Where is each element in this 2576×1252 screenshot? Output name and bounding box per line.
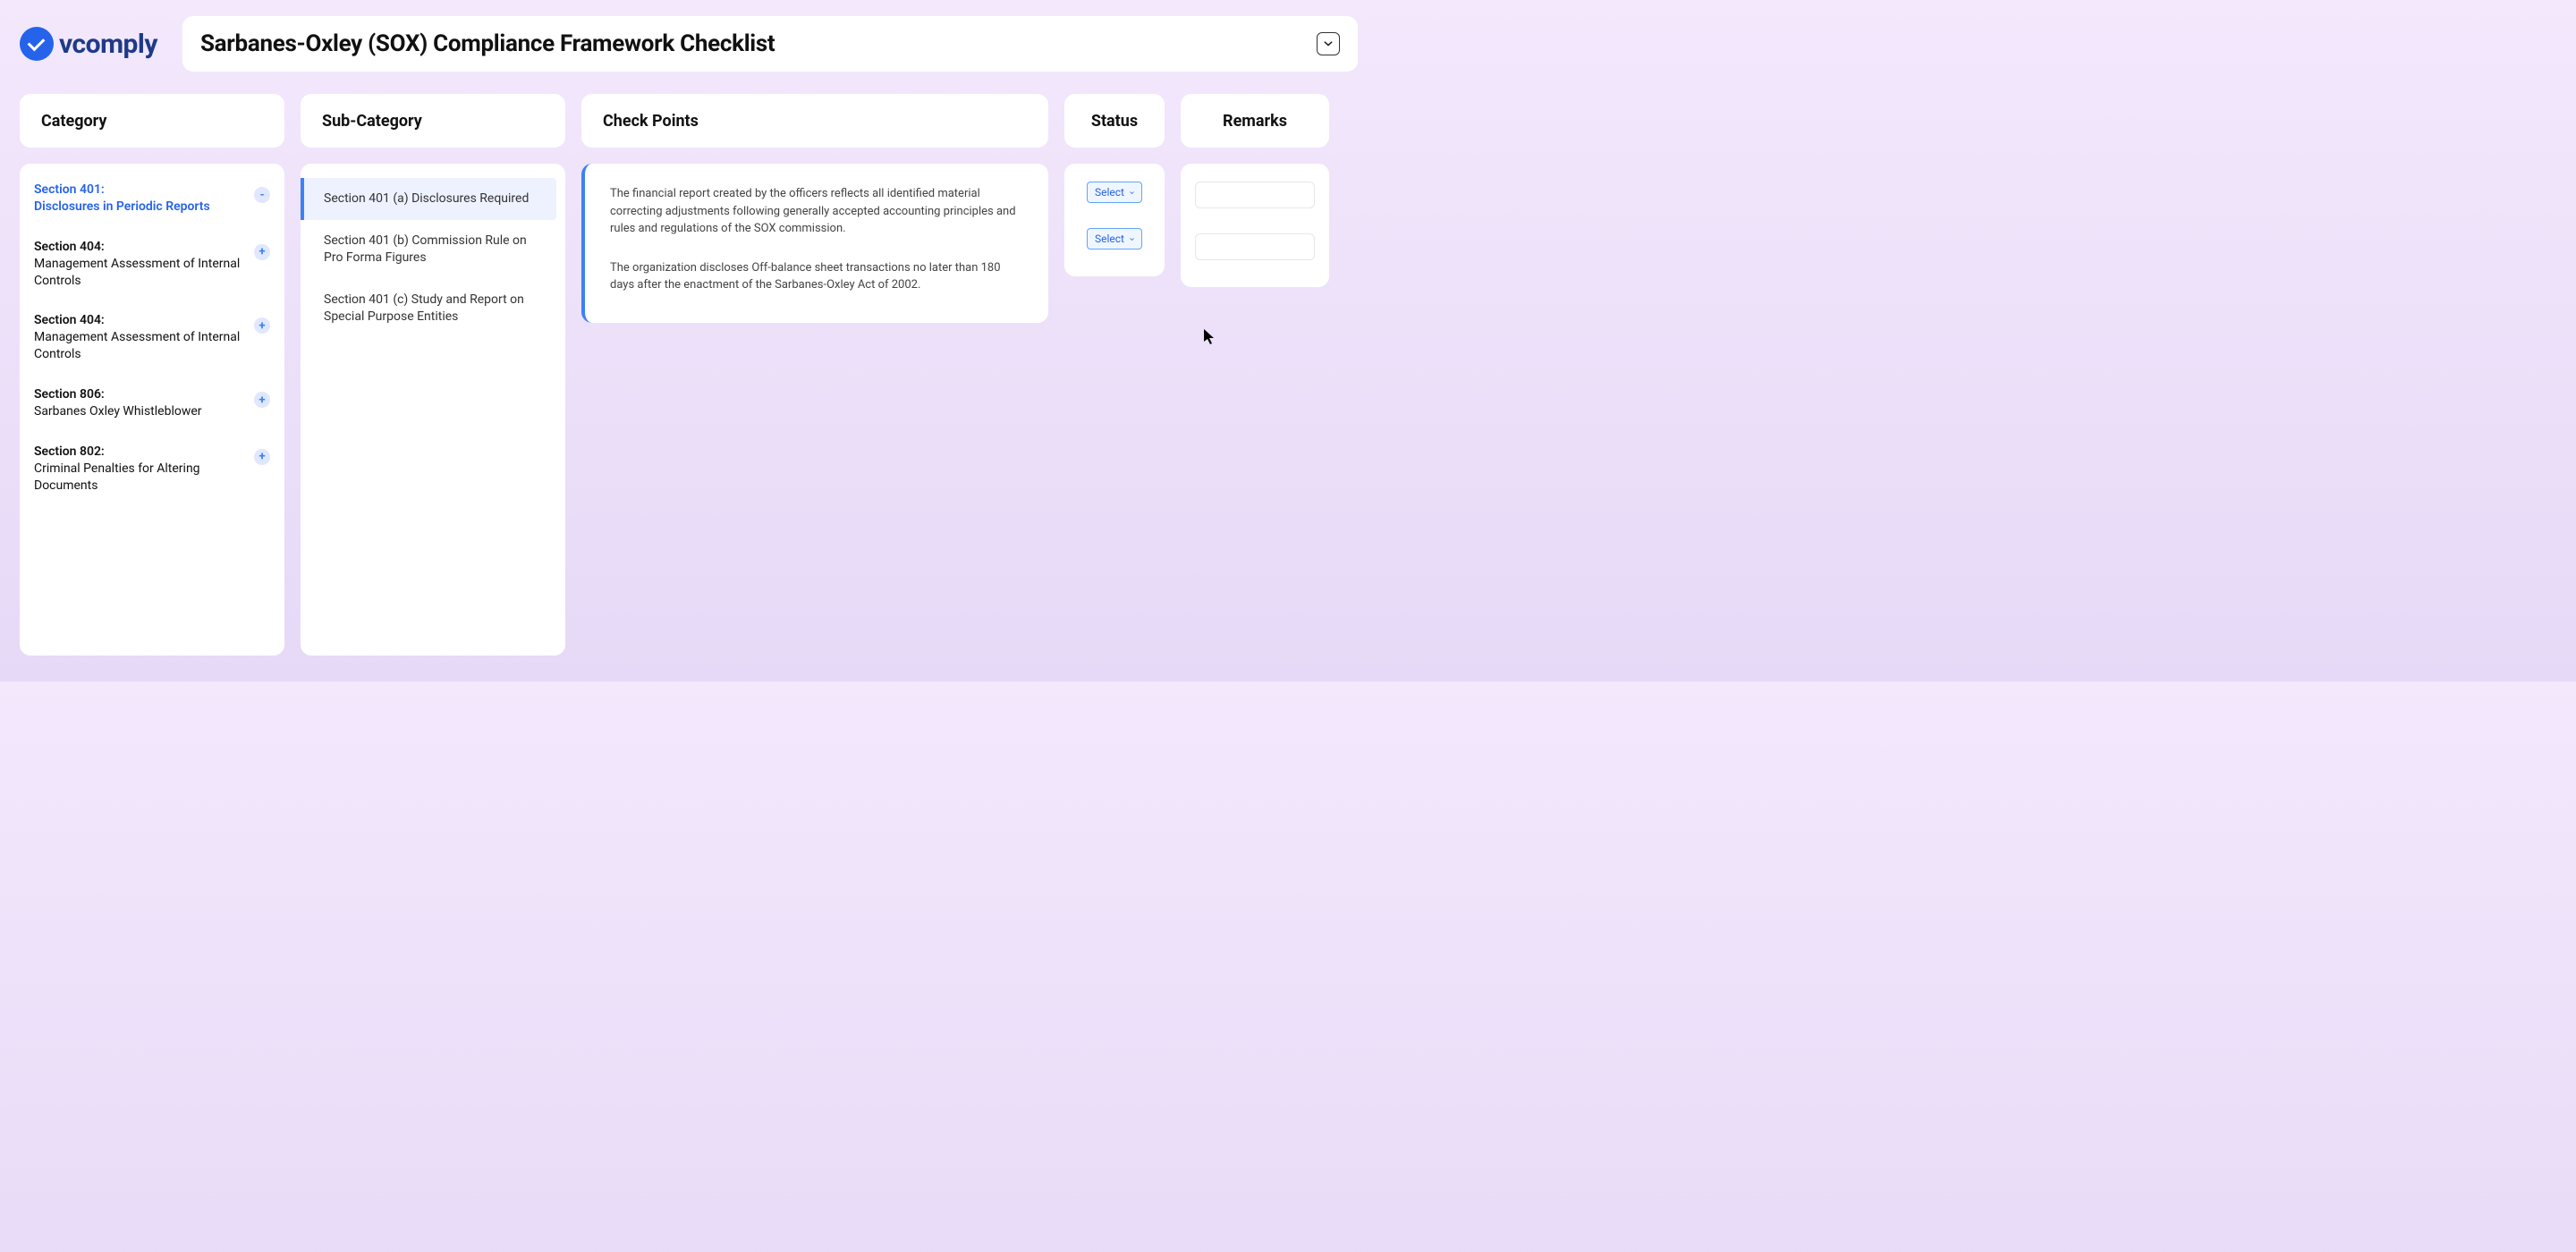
remarks-list	[1181, 164, 1329, 287]
chevron-down-icon	[1130, 190, 1134, 195]
subcategory-list: Section 401 (a) Disclosures Required Sec…	[301, 164, 565, 656]
status-select-label: Select	[1095, 186, 1124, 199]
remarks-header-label: Remarks	[1223, 112, 1287, 131]
category-section-label: Section 404:	[34, 312, 245, 329]
logo-check-icon	[20, 27, 54, 61]
brand-name: vcomply	[59, 29, 157, 60]
category-section-desc: Disclosures in Periodic Reports	[34, 199, 210, 216]
status-list: Select Select	[1064, 164, 1165, 276]
checkpoints-header: Check Points	[581, 94, 1048, 148]
subcategory-item-401c[interactable]: Section 401 (c) Study and Report on Spec…	[301, 279, 556, 338]
remarks-input[interactable]	[1195, 182, 1315, 208]
brand-logo: vcomply	[20, 27, 157, 61]
status-header: Status	[1064, 94, 1165, 148]
status-select-label: Select	[1095, 233, 1124, 245]
category-section-desc: Management Assessment of Internal Contro…	[34, 256, 245, 290]
collapse-button[interactable]: -	[254, 187, 270, 203]
status-select[interactable]: Select	[1087, 228, 1142, 250]
category-section-desc: Management Assessment of Internal Contro…	[34, 329, 245, 363]
category-section-label: Section 802:	[34, 444, 245, 461]
category-list: Section 401: Disclosures in Periodic Rep…	[20, 164, 284, 656]
category-section-desc: Criminal Penalties for Altering Document…	[34, 461, 245, 495]
category-header: Category	[20, 94, 284, 148]
subcategory-header: Sub-Category	[301, 94, 565, 148]
remarks-header: Remarks	[1181, 94, 1329, 148]
chevron-down-icon	[1130, 237, 1134, 241]
subcategory-header-label: Sub-Category	[322, 112, 422, 131]
expand-button[interactable]: +	[254, 317, 270, 334]
title-bar: Sarbanes-Oxley (SOX) Compliance Framewor…	[182, 16, 1358, 72]
category-section-label: Section 404:	[34, 239, 245, 256]
status-select[interactable]: Select	[1087, 182, 1142, 203]
title-dropdown-toggle[interactable]	[1317, 32, 1340, 55]
subcategory-item-401a[interactable]: Section 401 (a) Disclosures Required	[301, 178, 556, 220]
page-title: Sarbanes-Oxley (SOX) Compliance Framewor…	[200, 30, 775, 57]
checkpoint-item: The organization discloses Off-balance s…	[603, 252, 1027, 309]
expand-button[interactable]: +	[254, 449, 270, 465]
remarks-input[interactable]	[1195, 233, 1315, 260]
category-section-label: Section 806:	[34, 386, 202, 403]
checkpoints-list: The financial report created by the offi…	[581, 164, 1048, 323]
chevron-down-icon	[1324, 41, 1333, 47]
category-item-section-806[interactable]: Section 806: Sarbanes Oxley Whistleblowe…	[34, 386, 270, 420]
category-item-section-401[interactable]: Section 401: Disclosures in Periodic Rep…	[34, 182, 270, 216]
category-item-section-802[interactable]: Section 802: Criminal Penalties for Alte…	[34, 444, 270, 495]
status-header-label: Status	[1091, 112, 1138, 131]
category-section-label: Section 401:	[34, 182, 210, 199]
checkpoints-header-label: Check Points	[603, 112, 699, 131]
subcategory-item-401b[interactable]: Section 401 (b) Commission Rule on Pro F…	[301, 220, 556, 279]
category-item-section-404-a[interactable]: Section 404: Management Assessment of In…	[34, 239, 270, 290]
checkpoint-item: The financial report created by the offi…	[603, 178, 1027, 252]
category-header-label: Category	[41, 112, 106, 131]
expand-button[interactable]: +	[254, 392, 270, 408]
category-section-desc: Sarbanes Oxley Whistleblower	[34, 403, 202, 420]
category-item-section-404-b[interactable]: Section 404: Management Assessment of In…	[34, 312, 270, 363]
expand-button[interactable]: +	[254, 244, 270, 260]
